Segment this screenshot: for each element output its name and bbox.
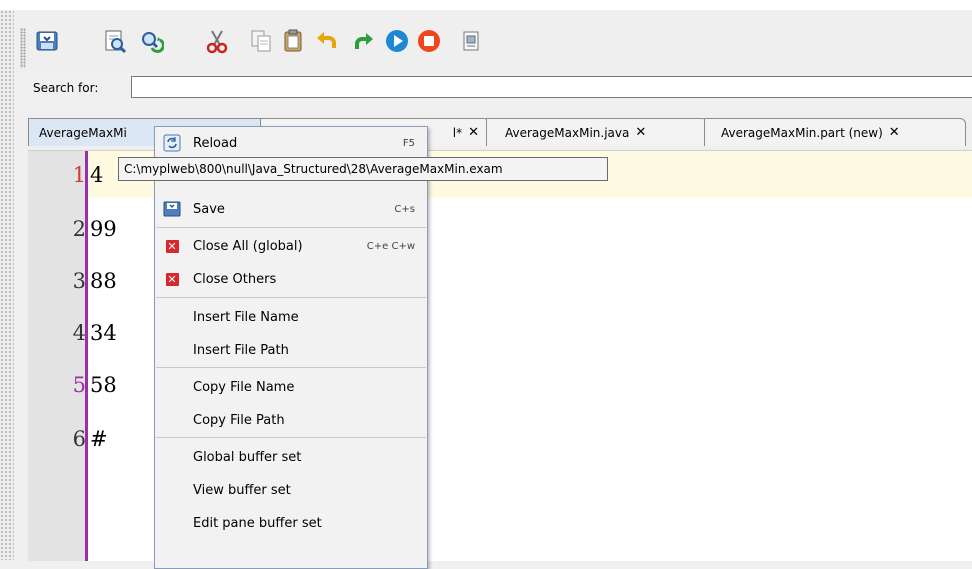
menu-item-shortcut: C+s xyxy=(394,203,415,215)
paste-icon xyxy=(284,29,302,52)
tab-close-icon[interactable]: ✕ xyxy=(635,125,646,140)
save-button[interactable] xyxy=(34,28,60,54)
menu-item-global-buffer-set[interactable]: Global buffer set xyxy=(155,443,427,471)
line-number: 5 xyxy=(72,373,86,397)
undo-button[interactable] xyxy=(314,28,340,54)
tooltip-text: C:\myplweb\800\null\Java_Structured\28\A… xyxy=(124,162,503,176)
menu-item-label: Insert File Path xyxy=(193,342,289,358)
menu-item-copy-file-path[interactable]: Copy File Path xyxy=(155,406,427,434)
menu-item-label: Save xyxy=(193,201,225,217)
copy-button[interactable] xyxy=(248,28,274,54)
line-number: 6 xyxy=(72,427,86,451)
tab-close-icon[interactable]: ✕ xyxy=(889,125,900,140)
menu-item-copy-file-name[interactable]: Copy File Name xyxy=(155,373,427,401)
tab-label: AverageMaxMin.part (new) xyxy=(721,125,883,140)
menu-separator xyxy=(156,297,426,298)
replace-button[interactable] xyxy=(138,28,164,54)
menu-item-label: View buffer set xyxy=(193,482,291,498)
line-number-gutter xyxy=(28,151,85,561)
toolbar xyxy=(14,10,972,72)
menu-item-reload[interactable]: Reload F5 xyxy=(155,129,427,157)
reload-icon xyxy=(163,134,181,152)
close-icon: ✕ xyxy=(165,272,179,286)
stop-icon xyxy=(418,30,440,52)
search-input[interactable] xyxy=(131,76,972,98)
menu-item-shortcut: C+e C+w xyxy=(366,240,415,252)
line-number: 3 xyxy=(72,269,86,293)
menu-separator xyxy=(156,227,426,228)
menu-item-save[interactable]: Save C+s xyxy=(155,195,427,223)
menu-item-label: Edit pane buffer set xyxy=(193,515,322,531)
close-icon: ✕ xyxy=(165,239,179,253)
menu-item-insert-file-name[interactable]: Insert File Name xyxy=(155,303,427,331)
menu-item-label: Reload xyxy=(193,135,238,151)
top-strip xyxy=(0,0,972,10)
redo-icon xyxy=(355,33,373,49)
line-number: 2 xyxy=(72,217,86,241)
menu-item-label: Insert File Name xyxy=(193,309,299,325)
run-button[interactable] xyxy=(384,28,410,54)
menu-item-close-all[interactable]: ✕ Close All (global) C+e C+w xyxy=(155,232,427,260)
line-number: 1 xyxy=(72,163,86,187)
code-line[interactable]: # xyxy=(90,427,108,451)
menu-item-label: Copy File Path xyxy=(193,412,285,428)
menu-separator xyxy=(156,367,426,368)
tab-averagemaxmin-java[interactable]: AverageMaxMin.java ✕ xyxy=(486,118,708,146)
run-icon xyxy=(386,30,408,52)
document-button[interactable] xyxy=(458,28,484,54)
find-button[interactable] xyxy=(102,28,128,54)
file-path-tooltip: C:\myplweb\800\null\Java_Structured\28\A… xyxy=(118,157,608,181)
copy-icon xyxy=(251,30,271,52)
menu-item-edit-pane-buffer-set[interactable]: Edit pane buffer set xyxy=(155,509,427,537)
menu-item-label: Close All (global) xyxy=(193,238,303,254)
cut-button[interactable] xyxy=(204,28,230,54)
tab-label: AverageMaxMi xyxy=(39,125,127,140)
code-line[interactable]: 4 xyxy=(90,163,103,187)
tab-context-menu: Reload F5 Save C+s ✕ Close All (global) … xyxy=(154,126,428,569)
paste-button[interactable] xyxy=(280,28,306,54)
menu-item-label: Close Others xyxy=(193,271,277,287)
menu-item-shortcut: F5 xyxy=(402,137,415,149)
stop-button[interactable] xyxy=(416,28,442,54)
tab-label: AverageMaxMin.java xyxy=(505,125,630,140)
menu-item-close-others[interactable]: ✕ Close Others xyxy=(155,265,427,293)
tab-label: l* xyxy=(452,125,463,140)
line-number: 4 xyxy=(72,321,86,345)
code-line[interactable]: 88 xyxy=(90,269,117,293)
save-icon xyxy=(163,200,181,218)
code-line[interactable]: 34 xyxy=(90,321,117,345)
tab-averagemaxmin-part[interactable]: AverageMaxMin.part (new) ✕ xyxy=(704,118,966,146)
left-dock-grip[interactable] xyxy=(0,10,14,560)
cut-icon xyxy=(206,30,228,54)
find-icon xyxy=(105,30,127,54)
menu-item-view-buffer-set[interactable]: View buffer set xyxy=(155,476,427,504)
toolbar-grip[interactable] xyxy=(20,28,26,68)
tab-close-icon[interactable]: ✕ xyxy=(468,125,479,140)
replace-icon xyxy=(142,32,164,53)
code-line[interactable]: 58 xyxy=(90,373,117,397)
menu-item-insert-file-path[interactable]: Insert File Path xyxy=(155,336,427,364)
menu-item-label: Copy File Name xyxy=(193,379,295,395)
code-line[interactable]: 99 xyxy=(90,217,117,241)
redo-button[interactable] xyxy=(350,28,376,54)
menu-separator xyxy=(156,437,426,438)
gutter-divider xyxy=(85,151,88,561)
search-label: Search for: xyxy=(33,81,99,95)
document-icon xyxy=(463,31,479,51)
menu-item-label: Global buffer set xyxy=(193,449,302,465)
save-icon xyxy=(36,31,58,51)
undo-icon xyxy=(317,32,336,48)
